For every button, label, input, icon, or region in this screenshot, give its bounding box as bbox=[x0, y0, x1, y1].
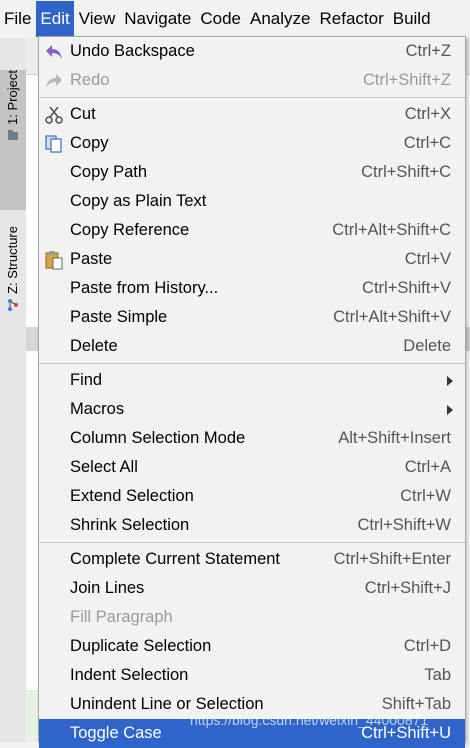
menu-analyze[interactable]: Analyze bbox=[246, 1, 314, 37]
menu-item-copy-as-plain-text[interactable]: Copy as Plain Text bbox=[39, 187, 465, 216]
menu-item-label: Select All bbox=[70, 458, 138, 476]
submenu-arrow-icon bbox=[447, 376, 453, 386]
menu-edit[interactable]: Edit bbox=[36, 1, 74, 37]
menu-build[interactable]: Build bbox=[389, 1, 435, 37]
project-tool-label: 1: Project bbox=[5, 70, 20, 125]
menu-item-shortcut: Ctrl+Alt+Shift+V bbox=[333, 308, 451, 326]
menu-item-label: Copy bbox=[70, 134, 109, 152]
menu-item-macros[interactable]: Macros bbox=[39, 395, 465, 424]
menu-item-label: Duplicate Selection bbox=[70, 637, 212, 655]
menu-item-shortcut: Ctrl+Shift+Z bbox=[362, 71, 451, 89]
menu-item-column-selection-mode[interactable]: Column Selection Mode Alt+Shift+Insert bbox=[39, 424, 465, 453]
menu-item-shortcut: Ctrl+C bbox=[403, 134, 451, 152]
menu-item-shortcut: Ctrl+Z bbox=[405, 42, 451, 60]
project-tool-tab[interactable]: 1: Project bbox=[0, 70, 26, 210]
menu-navigate[interactable]: Navigate bbox=[120, 1, 195, 37]
menu-item-label: Paste Simple bbox=[70, 308, 168, 326]
menu-item-copy-path[interactable]: Copy Path Ctrl+Shift+C bbox=[39, 158, 465, 187]
menu-item-duplicate-selection[interactable]: Duplicate Selection Ctrl+D bbox=[39, 632, 465, 661]
menu-item-label: Cut bbox=[70, 105, 96, 123]
menu-item-find[interactable]: Find bbox=[39, 366, 465, 395]
menu-item-label: Copy Path bbox=[70, 163, 148, 181]
menu-refactor[interactable]: Refactor bbox=[315, 1, 387, 37]
main-menu-bar: File Edit View Navigate Code Analyze Refactor B… bbox=[0, 0, 470, 38]
menu-item-shortcut: Ctrl+X bbox=[404, 105, 451, 123]
menu-item-label: Copy as Plain Text bbox=[70, 192, 207, 210]
structure-tool-tab[interactable]: Z: Structure bbox=[0, 226, 26, 336]
menu-item-shortcut: Tab bbox=[424, 666, 451, 684]
menu-item-shortcut: Ctrl+Shift+Enter bbox=[333, 550, 451, 568]
menu-item-shortcut: Alt+Shift+Insert bbox=[338, 429, 451, 447]
structure-tool-label: Z: Structure bbox=[5, 226, 20, 294]
menu-item-extend-selection[interactable]: Extend Selection Ctrl+W bbox=[39, 482, 465, 511]
menu-item-shrink-selection[interactable]: Shrink Selection Ctrl+Shift+W bbox=[39, 511, 465, 540]
menu-item-undo-backspace[interactable]: Undo Backspace Ctrl+Z bbox=[39, 37, 465, 66]
menu-item-label: Macros bbox=[70, 400, 125, 418]
menu-separator bbox=[39, 363, 465, 364]
menu-item-shortcut: Ctrl+V bbox=[404, 250, 451, 268]
watermark-text: https://blog.csdn.net/weixin_44000871 bbox=[190, 712, 429, 728]
undo-icon bbox=[43, 41, 65, 63]
menu-item-label: Delete bbox=[70, 337, 118, 355]
menu-item-label: Paste from History... bbox=[70, 279, 219, 297]
menu-item-shortcut: Delete bbox=[403, 337, 451, 355]
menu-item-label: Toggle Case bbox=[70, 724, 162, 742]
menu-item-indent-selection[interactable]: Indent Selection Tab bbox=[39, 661, 465, 690]
menu-item-copy[interactable]: Copy Ctrl+C bbox=[39, 129, 465, 158]
menu-item-complete-current-statement[interactable]: Complete Current Statement Ctrl+Shift+Ent… bbox=[39, 545, 465, 574]
menu-view[interactable]: View bbox=[75, 1, 120, 37]
menu-separator bbox=[39, 542, 465, 543]
menu-file[interactable]: File bbox=[0, 1, 35, 37]
menu-item-shortcut: Ctrl+W bbox=[400, 487, 451, 505]
menu-code[interactable]: Code bbox=[196, 1, 245, 37]
menu-item-shortcut: Ctrl+Alt+Shift+C bbox=[332, 221, 451, 239]
menu-item-redo[interactable]: Redo Ctrl+Shift+Z bbox=[39, 66, 465, 95]
menu-item-label: Undo Backspace bbox=[70, 42, 195, 60]
tool-window-strip: 1: Project Z: Structure bbox=[0, 38, 27, 742]
menu-item-shortcut: Ctrl+Shift+V bbox=[362, 279, 451, 297]
menu-item-paste[interactable]: Paste Ctrl+V bbox=[39, 245, 465, 274]
menu-item-delete[interactable]: Delete Delete bbox=[39, 332, 465, 361]
menu-item-label: Extend Selection bbox=[70, 487, 194, 505]
menu-item-label: Find bbox=[70, 371, 103, 389]
redo-icon bbox=[43, 70, 65, 92]
menu-item-paste-simple[interactable]: Paste Simple Ctrl+Alt+Shift+V bbox=[39, 303, 465, 332]
menu-item-label: Complete Current Statement bbox=[70, 550, 281, 568]
scissors-icon bbox=[43, 104, 65, 126]
menu-item-label: Copy Reference bbox=[70, 221, 190, 239]
menu-item-shortcut: Ctrl+Shift+J bbox=[364, 579, 451, 597]
clipboard-icon bbox=[43, 249, 65, 271]
structure-icon bbox=[8, 298, 18, 311]
edit-menu-dropdown: Undo Backspace Ctrl+Z Redo Ctrl+Shift+Z Cut C… bbox=[38, 36, 466, 748]
menu-item-cut[interactable]: Cut Ctrl+X bbox=[39, 100, 465, 129]
menu-item-label: Join Lines bbox=[70, 579, 145, 597]
menu-item-label: Fill Paragraph bbox=[70, 608, 173, 626]
menu-item-label: Shrink Selection bbox=[70, 516, 190, 534]
project-folder-icon bbox=[8, 129, 18, 140]
menu-separator bbox=[39, 97, 465, 98]
menu-item-label: Indent Selection bbox=[70, 666, 189, 684]
menu-item-label: Paste bbox=[70, 250, 113, 268]
menu-item-fill-paragraph[interactable]: Fill Paragraph bbox=[39, 603, 465, 632]
menu-item-label: Column Selection Mode bbox=[70, 429, 246, 447]
menu-item-label: Redo bbox=[70, 71, 110, 89]
menu-item-shortcut: Ctrl+Shift+W bbox=[357, 516, 451, 534]
menu-item-join-lines[interactable]: Join Lines Ctrl+Shift+J bbox=[39, 574, 465, 603]
menu-item-shortcut: Ctrl+D bbox=[403, 637, 451, 655]
menu-item-copy-reference[interactable]: Copy Reference Ctrl+Alt+Shift+C bbox=[39, 216, 465, 245]
menu-item-shortcut: Ctrl+A bbox=[404, 458, 451, 476]
copy-icon bbox=[43, 133, 65, 155]
menu-item-shortcut: Ctrl+Shift+C bbox=[361, 163, 451, 181]
menu-item-paste-from-history[interactable]: Paste from History... Ctrl+Shift+V bbox=[39, 274, 465, 303]
submenu-arrow-icon bbox=[447, 405, 453, 415]
menu-item-select-all[interactable]: Select All Ctrl+A bbox=[39, 453, 465, 482]
